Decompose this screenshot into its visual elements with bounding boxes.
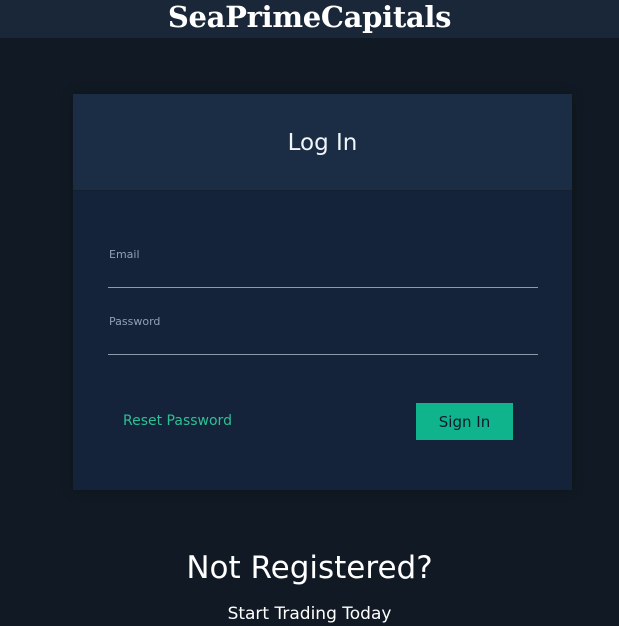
email-input[interactable]: [108, 264, 538, 288]
start-trading-text: Start Trading Today: [227, 604, 392, 624]
reset-password-link[interactable]: Reset Password: [123, 413, 232, 429]
login-title: Log In: [287, 130, 358, 156]
password-input[interactable]: [108, 331, 538, 355]
brand-logo[interactable]: SeaPrimeCapitals: [0, 0, 619, 38]
email-label: Email: [109, 248, 140, 261]
sign-in-button[interactable]: Sign In: [416, 403, 513, 440]
login-card: Log In Email Password Reset Password Sig…: [73, 94, 572, 490]
password-label: Password: [109, 315, 161, 328]
not-registered-heading: Not Registered?: [186, 550, 433, 586]
login-card-header: Log In: [73, 94, 572, 191]
